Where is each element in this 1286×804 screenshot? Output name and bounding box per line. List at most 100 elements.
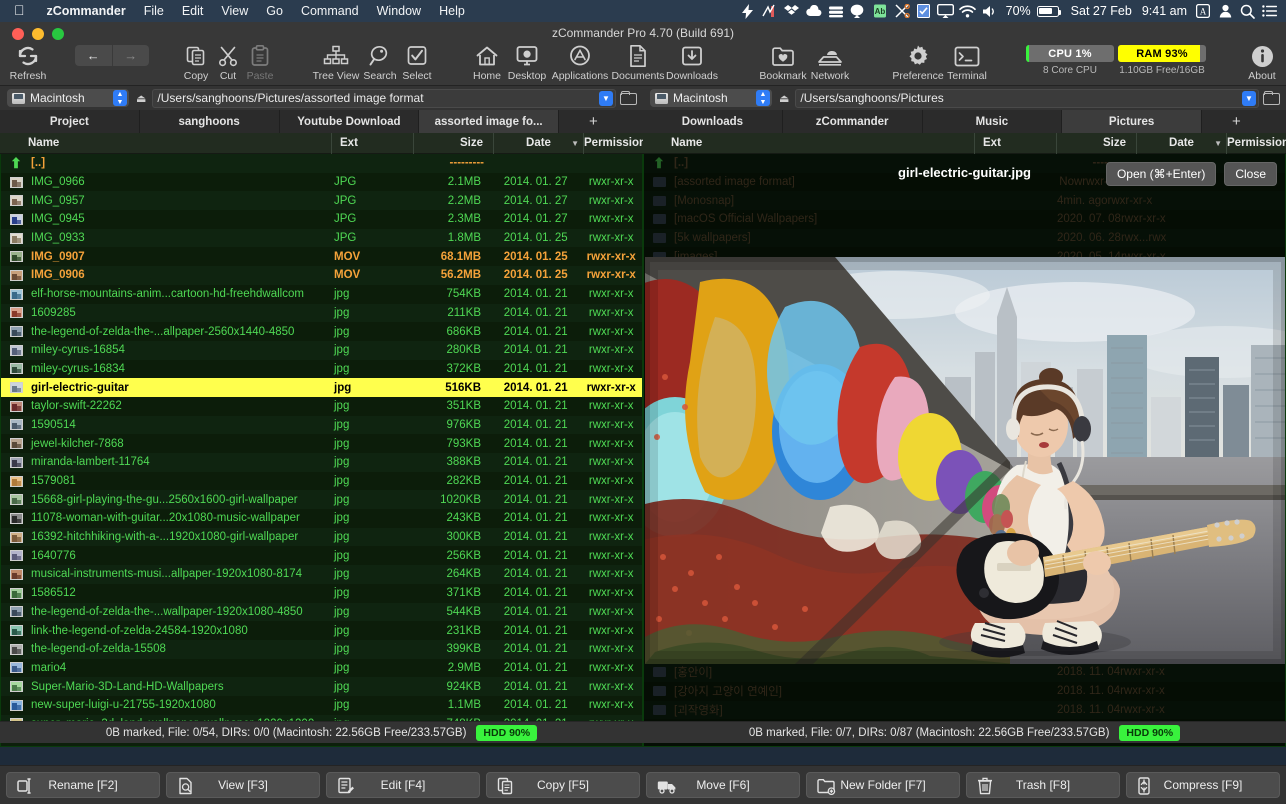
left-tab-youtube-download[interactable]: Youtube Download xyxy=(280,110,420,133)
menu-view[interactable]: View xyxy=(212,4,257,18)
menu-file[interactable]: File xyxy=(135,4,173,18)
fn-button-edit-f4[interactable]: Edit [F4] xyxy=(326,772,480,798)
wifi-icon[interactable] xyxy=(957,0,979,22)
downloads-button[interactable]: Downloads xyxy=(662,43,722,82)
menu-zcommander[interactable]: zCommander xyxy=(38,4,135,18)
table-row[interactable]: 1579081jpg282KB2014. 01. 21rwxr-xr-x xyxy=(1,472,642,491)
table-row[interactable]: jewel-kilcher-7868jpg793KB2014. 01. 21rw… xyxy=(1,434,642,453)
left-col-date[interactable]: Date▼ xyxy=(493,133,583,154)
table-row[interactable]: IMG_0906MOV56.2MB2014. 01. 25rwxr-xr-x xyxy=(1,266,642,285)
desktop-button[interactable]: Desktop xyxy=(500,43,554,82)
table-row[interactable]: [강아지 고양이 연예인]2018. 11. 04rwxr-xr-x xyxy=(644,682,1285,701)
fn-button-trash-f8[interactable]: Trash [F8] xyxy=(966,772,1120,798)
fn-button-rename-f2[interactable]: Rename [F2] xyxy=(6,772,160,798)
right-tab-pictures[interactable]: Pictures xyxy=(1062,110,1202,133)
airplay-icon[interactable] xyxy=(935,0,957,22)
table-row[interactable]: musical-instruments-musi...allpaper-1920… xyxy=(1,565,642,584)
table-row[interactable]: the-legend-of-zelda-the-...wallpaper-192… xyxy=(1,603,642,622)
table-row[interactable]: taylor-swift-22262jpg351KB2014. 01. 21rw… xyxy=(1,397,642,416)
table-row[interactable]: [홍안이]2018. 11. 04rwxr-xr-x xyxy=(644,663,1285,682)
table-row[interactable]: 16392-hitchhiking-with-a-...1920x1080-gi… xyxy=(1,528,642,547)
cpu-meter[interactable]: CPU 1% 8 Core CPU xyxy=(1026,45,1114,76)
table-row[interactable]: new-super-luigi-u-21755-1920x1080jpg1.1M… xyxy=(1,696,642,715)
checkbox-blue-icon[interactable] xyxy=(913,0,935,22)
table-row[interactable]: link-the-legend-of-zelda-24584-1920x1080… xyxy=(1,621,642,640)
select-button[interactable]: Select xyxy=(390,43,444,82)
right-add-tab-button[interactable]: + xyxy=(1202,110,1286,133)
table-row[interactable]: IMG_0966JPG2.1MB2014. 01. 27rwxr-xr-x xyxy=(1,173,642,192)
right-col-size[interactable]: Size xyxy=(1056,133,1136,154)
table-row[interactable]: IMG_0957JPG2.2MB2014. 01. 27rwxr-xr-x xyxy=(1,191,642,210)
arrow-right-icon[interactable]: → xyxy=(113,45,150,66)
keyboard-layout-icon[interactable]: A xyxy=(1192,0,1214,22)
table-row[interactable]: miley-cyrus-16834jpg372KB2014. 01. 21rwx… xyxy=(1,360,642,379)
menu-help[interactable]: Help xyxy=(430,4,474,18)
left-add-tab-button[interactable]: + xyxy=(559,110,643,133)
right-tab-zcommander[interactable]: zCommander xyxy=(783,110,923,133)
fn-button-compress-f9[interactable]: Compress [F9] xyxy=(1126,772,1280,798)
left-drive-selector[interactable]: Macintosh ▲▼ xyxy=(7,89,129,107)
preview-close-button[interactable]: Close xyxy=(1224,162,1277,186)
table-row[interactable]: [5k wallpapers]2020. 06. 28rwx...rwx xyxy=(644,229,1285,248)
table-row[interactable]: 1640776jpg256KB2014. 01. 21rwxr-xr-x xyxy=(1,546,642,565)
table-row[interactable]: 11078-woman-with-guitar...20x1080-music-… xyxy=(1,509,642,528)
right-col-date[interactable]: Date▼ xyxy=(1136,133,1226,154)
shortcuts-icon[interactable] xyxy=(891,0,913,22)
table-row[interactable]: miranda-lambert-11764jpg388KB2014. 01. 2… xyxy=(1,453,642,472)
table-row[interactable]: Super-Mario-3D-Land-HD-Wallpapersjpg924K… xyxy=(1,677,642,696)
scissors-chart-icon[interactable] xyxy=(759,0,781,22)
right-file-list[interactable]: ⬆[..]---------[assorted image format]Now… xyxy=(643,154,1286,747)
right-path-input[interactable]: /Users/sanghoons/Pictures ▼ xyxy=(795,89,1259,108)
balloon-icon[interactable] xyxy=(847,0,869,22)
right-col-ext[interactable]: Ext xyxy=(974,133,1056,154)
table-row[interactable]: 1590514jpg976KB2014. 01. 21rwxr-xr-x xyxy=(1,416,642,435)
table-row[interactable]: the-legend-of-zelda-15508jpg399KB2014. 0… xyxy=(1,640,642,659)
table-row[interactable]: IMG_0933JPG1.8MB2014. 01. 25rwxr-xr-x xyxy=(1,229,642,248)
fn-button-new-folder-f7[interactable]: New Folder [F7] xyxy=(806,772,960,798)
table-row[interactable]: IMG_0945JPG2.3MB2014. 01. 27rwxr-xr-x xyxy=(1,210,642,229)
table-row[interactable]: the-legend-of-zelda-the-...allpaper-2560… xyxy=(1,322,642,341)
ram-meter[interactable]: RAM 93% 1.10GB Free/16GB xyxy=(1118,45,1206,76)
left-col-name[interactable]: Name xyxy=(0,133,331,154)
left-col-ext[interactable]: Ext xyxy=(331,133,413,154)
table-row[interactable]: 15668-girl-playing-the-gu...2560x1600-gi… xyxy=(1,490,642,509)
preference-button[interactable]: Preference xyxy=(890,43,946,82)
apple-icon[interactable]:  xyxy=(14,3,25,17)
battery-icon[interactable] xyxy=(1037,6,1059,17)
eject-icon[interactable]: ⏏ xyxy=(136,92,146,105)
left-path-input[interactable]: /Users/sanghoons/Pictures/assorted image… xyxy=(152,89,616,108)
right-tab-downloads[interactable]: Downloads xyxy=(643,110,783,133)
table-row[interactable]: elf-horse-mountains-anim...cartoon-hd-fr… xyxy=(1,285,642,304)
right-drive-selector[interactable]: Macintosh ▲▼ xyxy=(650,89,772,107)
left-col-permission[interactable]: Permission xyxy=(583,133,643,154)
arrow-left-icon[interactable]: ← xyxy=(75,45,113,66)
table-row[interactable]: [괴작영화]2018. 11. 04rwxr-xr-x xyxy=(644,701,1285,720)
about-button[interactable]: About xyxy=(1240,43,1284,82)
chevron-down-icon[interactable]: ▼ xyxy=(1242,91,1256,106)
table-row[interactable]: ⬆[..]--------- xyxy=(1,154,642,173)
stepper-icon[interactable]: ▲▼ xyxy=(756,90,770,106)
table-row[interactable]: 1609285jpg211KB2014. 01. 21rwxr-xr-x xyxy=(1,304,642,323)
image-preview[interactable] xyxy=(645,257,1286,664)
layers-icon[interactable] xyxy=(825,0,847,22)
ab-translate-icon[interactable]: Ab xyxy=(869,0,891,22)
preview-open-button[interactable]: Open (⌘+Enter) xyxy=(1106,162,1216,186)
spotlight-search-icon[interactable] xyxy=(1236,0,1258,22)
user-account-icon[interactable] xyxy=(1214,0,1236,22)
applications-button[interactable]: Applications xyxy=(548,43,612,82)
menu-window[interactable]: Window xyxy=(368,4,430,18)
table-row[interactable]: [macOS Official Wallpapers]2020. 07. 08r… xyxy=(644,210,1285,229)
paste-button[interactable]: Paste xyxy=(234,43,286,82)
menu-go[interactable]: Go xyxy=(257,4,292,18)
network-button[interactable]: Network xyxy=(803,43,857,82)
chevron-down-icon[interactable]: ▼ xyxy=(599,91,613,106)
left-open-folder-button[interactable] xyxy=(620,91,637,106)
table-row[interactable]: miley-cyrus-16854jpg280KB2014. 01. 21rwx… xyxy=(1,341,642,360)
terminal-button[interactable]: Terminal xyxy=(940,43,994,82)
fn-button-move-f6[interactable]: Move [F6] xyxy=(646,772,800,798)
table-row[interactable]: [Monosnap]4min. agorwxr-xr-x xyxy=(644,191,1285,210)
table-row[interactable]: mario4jpg2.9MB2014. 01. 21rwxr-xr-x xyxy=(1,659,642,678)
left-col-size[interactable]: Size xyxy=(413,133,493,154)
table-row[interactable]: IMG_0907MOV68.1MB2014. 01. 25rwxr-xr-x xyxy=(1,247,642,266)
table-row[interactable]: girl-electric-guitarjpg516KB2014. 01. 21… xyxy=(1,378,642,397)
